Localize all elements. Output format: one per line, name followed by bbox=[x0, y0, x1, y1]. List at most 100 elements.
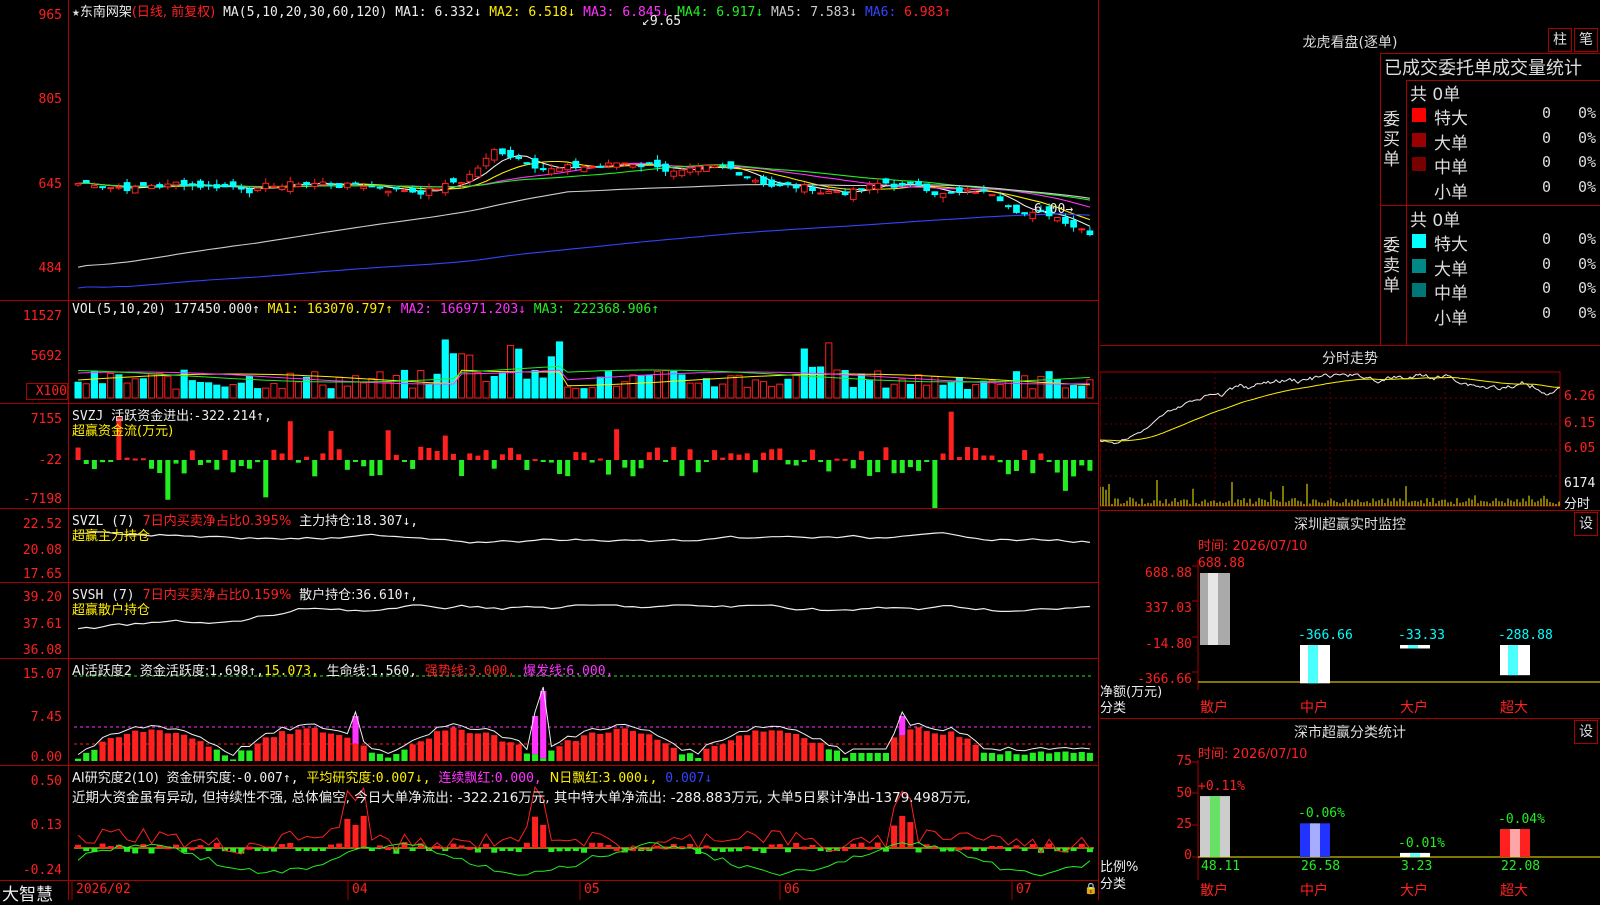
research-bar bbox=[842, 847, 849, 851]
research-bar bbox=[817, 848, 824, 851]
monitor-time: 时间: 2026/07/10 bbox=[1198, 539, 1308, 554]
fund-flow-bar bbox=[1022, 450, 1028, 460]
candle-body bbox=[82, 180, 90, 184]
volume-bar bbox=[939, 384, 947, 399]
monitor-settings-button[interactable]: 设 bbox=[1574, 512, 1598, 536]
candle-body bbox=[645, 162, 653, 165]
candle-body bbox=[352, 182, 359, 185]
research-bar bbox=[1078, 843, 1085, 848]
fund-flow-bar bbox=[393, 454, 399, 460]
candle-body bbox=[996, 196, 1004, 202]
volume-bar bbox=[335, 376, 343, 399]
ai2-label: 资金研究度: bbox=[166, 771, 236, 786]
stock-name[interactable]: 东南网架 bbox=[80, 5, 132, 20]
color-swatch bbox=[1412, 157, 1426, 171]
volume-bar bbox=[776, 383, 784, 399]
intraday-vol-label: 6174 bbox=[1564, 476, 1596, 491]
activity-bar bbox=[564, 740, 571, 761]
activity-bar bbox=[548, 750, 555, 761]
research-green-line bbox=[77, 841, 1091, 877]
fund-flow-bar bbox=[736, 454, 742, 460]
candle-body bbox=[229, 181, 237, 187]
volume-bar bbox=[490, 376, 498, 399]
vol-ma1-label: MA1: bbox=[267, 302, 307, 317]
ai2-axis-label: 0.13 bbox=[30, 818, 62, 833]
fund-flow-bar bbox=[475, 455, 481, 460]
fund-flow-bar bbox=[401, 460, 407, 462]
ma5-line bbox=[77, 184, 1090, 268]
activity-bar bbox=[336, 735, 343, 761]
main-holding-line bbox=[78, 531, 1090, 544]
research-bar bbox=[972, 848, 979, 851]
stock-mode[interactable]: (日线, 前复权) bbox=[132, 5, 215, 20]
fund-flow-bar bbox=[589, 460, 595, 463]
activity-bar bbox=[401, 749, 408, 761]
candle-body bbox=[368, 185, 376, 188]
candle-body bbox=[809, 187, 816, 192]
ai-research-header: AI研究度2(10) 资金研究度:-0.007↑, 平均研究度:0.007↓, … bbox=[72, 767, 712, 786]
class-settings-button[interactable]: 设 bbox=[1574, 720, 1598, 744]
research-bar bbox=[124, 848, 131, 852]
volume-bar bbox=[449, 353, 458, 399]
fund-flow-bar bbox=[1079, 460, 1085, 466]
volume-bar bbox=[613, 385, 621, 399]
ai1-v5: 6.000, bbox=[566, 664, 614, 679]
candle-body bbox=[1013, 204, 1020, 213]
fund-flow-bar bbox=[418, 446, 424, 460]
candle-body bbox=[99, 186, 106, 189]
fund-flow-bar bbox=[663, 460, 669, 462]
activity-bar bbox=[1046, 753, 1053, 761]
volume-bar bbox=[996, 384, 1004, 399]
vol-axis-label: 11527 bbox=[22, 309, 62, 324]
fund-flow-bar bbox=[850, 460, 856, 469]
research-bar bbox=[532, 816, 539, 848]
research-bar bbox=[319, 848, 326, 851]
volume-bar bbox=[890, 383, 898, 399]
ai2-v1: -0.007↑, bbox=[235, 771, 299, 786]
fund-flow-bar bbox=[1005, 460, 1011, 475]
activity-bar bbox=[801, 738, 808, 761]
research-bar bbox=[1070, 848, 1077, 851]
stats-tabs[interactable]: 已成交委托单成交量统计 bbox=[1384, 54, 1600, 80]
volume-bar bbox=[441, 339, 449, 399]
activity-bar bbox=[776, 730, 783, 761]
fund-flow-bar bbox=[165, 460, 171, 500]
research-bar bbox=[752, 848, 759, 851]
volume-bar bbox=[286, 372, 294, 399]
ai2-v2: 0.007↓, bbox=[375, 771, 431, 786]
research-bar bbox=[964, 846, 971, 850]
candle-body bbox=[833, 190, 841, 194]
fund-flow-bar bbox=[548, 460, 554, 463]
fund-flow-bar bbox=[450, 453, 456, 460]
fund-flow-bar bbox=[426, 447, 432, 460]
research-bar bbox=[793, 842, 800, 848]
pen-mode-button[interactable]: 笔 bbox=[1574, 28, 1598, 52]
activity-bar bbox=[580, 735, 588, 761]
buy-row: 小单 0 0% bbox=[1408, 177, 1600, 203]
vol-params: VOL(5,10,20) bbox=[72, 302, 166, 317]
class-axis-label: 0 bbox=[1184, 848, 1192, 863]
candle-body bbox=[670, 170, 678, 177]
volume-bar bbox=[302, 376, 311, 399]
fund-flow-bar bbox=[312, 460, 318, 477]
research-bar bbox=[801, 846, 808, 850]
candle-body bbox=[572, 160, 580, 168]
fund-flow-bar bbox=[246, 460, 252, 469]
date-label: 2026/02 bbox=[76, 882, 131, 897]
activity-bar bbox=[858, 753, 865, 761]
ai1-axis-label: 0.00 bbox=[30, 750, 62, 765]
fund-flow-bar bbox=[867, 460, 873, 476]
buy-row-pct: 0% bbox=[1578, 177, 1597, 196]
brand-logo[interactable]: 大智慧 bbox=[2, 880, 53, 905]
candle-body bbox=[727, 161, 735, 169]
bar-mode-button[interactable]: 柱 bbox=[1548, 28, 1572, 52]
star-icon[interactable]: ★ bbox=[72, 5, 80, 20]
research-bar bbox=[360, 815, 367, 848]
lock-icon[interactable]: 🔒 bbox=[1084, 882, 1098, 895]
activity-bar bbox=[523, 753, 530, 761]
volume-bar bbox=[898, 378, 906, 399]
activity-bar bbox=[83, 752, 90, 761]
class-bar-name: 中户 bbox=[1300, 883, 1328, 899]
candle-body bbox=[123, 182, 131, 192]
volume-bar bbox=[629, 374, 637, 399]
